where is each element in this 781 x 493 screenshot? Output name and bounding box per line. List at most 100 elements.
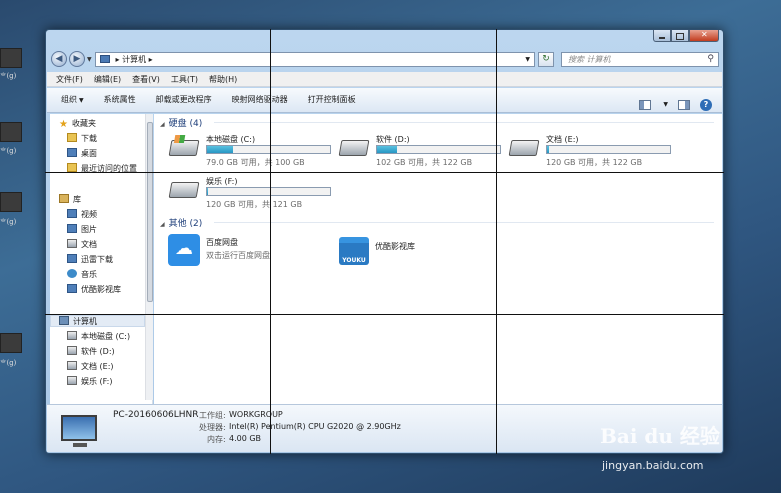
drive-item[interactable]: 软件 (D:) 102 GB 可用，共 122 GB — [336, 134, 506, 170]
drive-icon — [338, 140, 370, 156]
sidebar-item-label: 迅雷下载 — [81, 255, 113, 264]
forward-button[interactable]: ▶ — [69, 51, 85, 67]
sidebar-item-drive-d[interactable]: 软件 (D:) — [67, 345, 115, 358]
group-header-drives[interactable]: ◢ 硬盘 (4) — [160, 116, 202, 129]
menu-edit[interactable]: 编辑(E) — [94, 72, 121, 86]
sidebar-item-label: 优酷影视库 — [81, 285, 121, 294]
search-icon[interactable]: ⚲ — [707, 53, 714, 66]
drive-name: 本地磁盘 (C:) — [206, 135, 256, 144]
music-icon — [67, 269, 77, 278]
download-icon — [67, 254, 77, 263]
scrollbar-thumb[interactable] — [147, 122, 153, 302]
library-icon — [59, 194, 69, 203]
sidebar-item-drive-f[interactable]: 娱乐 (F:) — [67, 375, 112, 388]
minimize-button[interactable] — [653, 30, 671, 42]
sidebar-item-youku-library[interactable]: 优酷影视库 — [67, 283, 121, 296]
sidebar-item-computer[interactable]: 计算机 — [59, 315, 97, 328]
address-bar[interactable]: ▸ 计算机 ▸ ▼ — [95, 52, 535, 67]
drive-usage-fill — [547, 146, 550, 153]
overlay-grid-line — [45, 172, 724, 173]
drive-item[interactable]: 娱乐 (F:) 120 GB 可用，共 121 GB — [166, 176, 336, 212]
menu-file[interactable]: 文件(F) — [56, 72, 83, 86]
desktop-icon-label: ᄒ(g) — [0, 147, 17, 155]
drive-name: 文档 (E:) — [546, 135, 579, 144]
sidebar-item-favorites[interactable]: ★ 收藏夹 — [59, 117, 96, 130]
sidebar-item-documents[interactable]: 文档 — [67, 238, 97, 251]
organize-label: 组织 — [61, 95, 77, 104]
sidebar-item-label: 桌面 — [81, 149, 97, 158]
drive-name: 软件 (D:) — [376, 135, 410, 144]
computer-icon — [61, 415, 97, 447]
menu-view[interactable]: 查看(V) — [132, 72, 160, 86]
map-network-drive-button[interactable]: 映射网络驱动器 — [232, 88, 288, 112]
sidebar-item-drive-c[interactable]: 本地磁盘 (C:) — [67, 330, 130, 343]
collapse-triangle-icon: ◢ — [160, 121, 165, 128]
drive-icon — [67, 361, 77, 370]
other-item-baidu-netdisk[interactable]: ☁ 百度网盘 双击运行百度网盘 — [159, 234, 329, 270]
group-header-other[interactable]: ◢ 其他 (2) — [160, 216, 202, 229]
address-arrow[interactable]: ▸ — [116, 55, 120, 64]
change-view-icon[interactable] — [639, 100, 652, 110]
computer-icon — [59, 316, 69, 325]
menu-tools[interactable]: 工具(T) — [171, 72, 198, 86]
memory-label: 内存: — [207, 435, 226, 444]
memory-value: 4.00 GB — [229, 434, 262, 443]
address-row: ◀ ▶ ▼ ▸ 计算机 ▸ ▼ ↻ 搜索 计算机 ⚲ — [51, 51, 719, 69]
sidebar-item-drive-e[interactable]: 文档 (E:) — [67, 360, 114, 373]
address-dropdown-icon[interactable]: ▼ — [525, 53, 530, 66]
sidebar-item-videos[interactable]: 视频 — [67, 208, 97, 221]
nav-scrollbar[interactable] — [145, 114, 153, 400]
other-item-youku[interactable]: YOUKU 优酷影视库 — [339, 237, 509, 273]
drive-icon — [168, 182, 200, 198]
drive-item[interactable]: 本地磁盘 (C:) 79.0 GB 可用，共 100 GB — [166, 134, 336, 170]
drive-usage-bar — [206, 187, 331, 196]
window-controls — [653, 30, 719, 42]
desktop-icon[interactable] — [0, 122, 22, 142]
system-drive-icon — [168, 140, 200, 156]
sidebar-item-recent[interactable]: 最近访问的位置 — [67, 162, 137, 175]
drive-usage-fill — [207, 146, 233, 153]
desktop-icon[interactable] — [0, 333, 22, 353]
search-placeholder: 搜索 计算机 — [568, 55, 611, 64]
item-description: 双击运行百度网盘 — [206, 251, 270, 260]
search-input[interactable]: 搜索 计算机 ⚲ — [561, 52, 719, 67]
picture-icon — [67, 224, 77, 233]
open-control-panel-button[interactable]: 打开控制面板 — [308, 88, 356, 112]
close-button[interactable] — [689, 30, 719, 42]
desktop-icon-label: ᄒ(g) — [0, 72, 17, 80]
menu-help[interactable]: 帮助(H) — [209, 72, 237, 86]
address-arrow[interactable]: ▸ — [149, 55, 153, 64]
sidebar-item-desktop[interactable]: 桌面 — [67, 147, 97, 160]
help-icon[interactable]: ? — [700, 99, 712, 111]
drive-usage-fill — [377, 146, 397, 153]
sidebar-item-music[interactable]: 音乐 — [67, 268, 97, 281]
drive-item[interactable]: 文档 (E:) 120 GB 可用，共 122 GB — [506, 134, 676, 170]
back-button[interactable]: ◀ — [51, 51, 67, 67]
workgroup-value: WORKGROUP — [229, 410, 283, 419]
item-name: 优酷影视库 — [375, 242, 415, 251]
sidebar-item-libraries[interactable]: 库 — [59, 193, 81, 206]
navigation-pane: ★ 收藏夹 下载 桌面 最近访问的位置 库 视频 图片 文档 迅雷下载 音乐 优酷… — [50, 114, 153, 404]
drive-name: 娱乐 (F:) — [206, 177, 238, 186]
recent-pages-dropdown[interactable]: ▼ — [87, 56, 92, 63]
menu-bar: 文件(F) 编辑(E) 查看(V) 工具(T) 帮助(H) — [47, 72, 722, 87]
desktop-icon[interactable] — [0, 48, 22, 68]
organize-button[interactable]: 组织 ▼ — [61, 88, 84, 112]
overlay-grid-line — [270, 29, 271, 454]
uninstall-program-button[interactable]: 卸载或更改程序 — [156, 88, 212, 112]
recent-places-icon — [67, 163, 77, 172]
desktop-icon-label: ᄒ(g) — [0, 218, 17, 226]
sidebar-item-downloads[interactable]: 下载 — [67, 132, 97, 145]
sidebar-item-label: 文档 — [81, 240, 97, 249]
sidebar-item-thunder-downloads[interactable]: 迅雷下载 — [67, 253, 113, 266]
refresh-button[interactable]: ↻ — [538, 52, 554, 67]
desktop-icon[interactable] — [0, 192, 22, 212]
watermark-url: jingyan.baidu.com — [602, 459, 704, 472]
sidebar-item-label: 本地磁盘 (C:) — [81, 332, 131, 341]
maximize-button[interactable] — [671, 30, 689, 42]
sidebar-item-label: 娱乐 (F:) — [81, 377, 113, 386]
sidebar-item-pictures[interactable]: 图片 — [67, 223, 97, 236]
address-path[interactable]: 计算机 — [122, 55, 146, 64]
preview-pane-icon[interactable] — [678, 100, 690, 110]
system-properties-button[interactable]: 系统属性 — [104, 88, 136, 112]
